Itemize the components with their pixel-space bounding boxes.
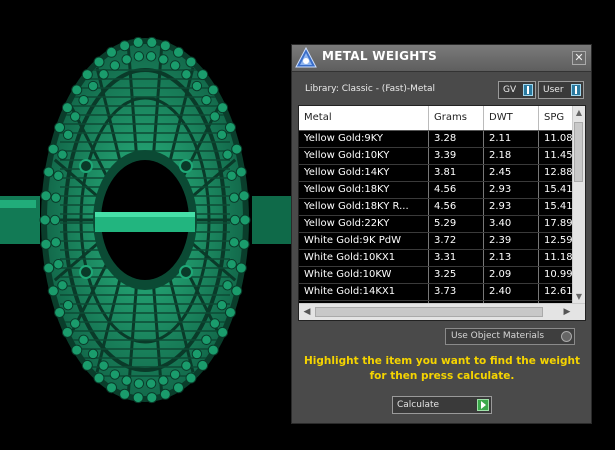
gv-dropdown[interactable]: GV xyxy=(498,81,536,99)
ring-model-render[interactable] xyxy=(0,0,292,450)
use-object-materials-toggle[interactable]: Use Object Materials xyxy=(445,328,575,345)
user-dropdown[interactable]: User xyxy=(538,81,584,99)
table-row[interactable]: Yellow Gold:18KY 4.56 2.93 15.41 xyxy=(299,182,579,199)
close-icon: ✕ xyxy=(574,51,584,64)
cell-grams: 3.81 xyxy=(429,165,484,181)
table-row[interactable]: Yellow Gold:22KY 5.29 3.40 17.89 xyxy=(299,216,579,233)
header-metal[interactable]: Metal xyxy=(299,106,429,130)
cell-metal: White Gold:10KW xyxy=(299,267,429,283)
table-row[interactable]: White Gold:14KX1 3.73 2.40 12.61 xyxy=(299,284,579,301)
cell-grams: 3.28 xyxy=(429,131,484,147)
library-label: Library: Classic - (Fast)-Metal xyxy=(305,84,436,94)
cell-dwt: 2.09 xyxy=(484,267,539,283)
horizontal-scrollbar[interactable]: ◀ ▶ xyxy=(299,303,585,320)
cell-grams: 3.73 xyxy=(429,284,484,300)
cell-dwt: 2.40 xyxy=(484,284,539,300)
cell-metal: Yellow Gold:18KY R... xyxy=(299,199,429,215)
dropdown-toggle-icon[interactable] xyxy=(523,84,533,96)
calculate-label: Calculate xyxy=(397,400,440,410)
cell-metal: White Gold:10KX1 xyxy=(299,250,429,266)
table-row[interactable]: White Gold:9K PdW 3.72 2.39 12.59 xyxy=(299,233,579,250)
header-grams[interactable]: Grams xyxy=(429,106,484,130)
cell-dwt: 2.13 xyxy=(484,250,539,266)
gv-dropdown-value: GV xyxy=(503,85,517,95)
use-object-materials-label: Use Object Materials xyxy=(451,331,545,341)
scroll-down-icon[interactable]: ▼ xyxy=(573,290,585,304)
cell-grams: 3.39 xyxy=(429,148,484,164)
cell-grams: 5.29 xyxy=(429,216,484,232)
cell-dwt: 2.11 xyxy=(484,131,539,147)
cell-grams: 3.25 xyxy=(429,267,484,283)
cell-metal: White Gold:9K PdW xyxy=(299,233,429,249)
cell-dwt: 2.45 xyxy=(484,165,539,181)
instruction-text: Highlight the item you want to find the … xyxy=(304,355,580,382)
vertical-scroll-thumb[interactable] xyxy=(574,122,583,182)
cell-grams: 4.56 xyxy=(429,182,484,198)
user-dropdown-value: User xyxy=(543,85,564,95)
table-row[interactable]: White Gold:10KW 3.25 2.09 10.99 xyxy=(299,267,579,284)
cell-dwt: 2.93 xyxy=(484,182,539,198)
table-row[interactable]: White Gold:10KX1 3.31 2.13 11.18 xyxy=(299,250,579,267)
radio-icon[interactable] xyxy=(561,331,572,342)
close-button[interactable]: ✕ xyxy=(572,51,586,65)
table-row[interactable]: Yellow Gold:10KY 3.39 2.18 11.45 xyxy=(299,148,579,165)
scroll-right-icon[interactable]: ▶ xyxy=(561,305,573,319)
cell-grams: 3.31 xyxy=(429,250,484,266)
table-row[interactable]: Yellow Gold:18KY R... 4.56 2.93 15.41 xyxy=(299,199,579,216)
metal-table-body: Metal Grams DWT SPG Yellow Gold:9KY 3.28 2… xyxy=(299,106,579,318)
dropdown-toggle-icon[interactable] xyxy=(571,84,581,96)
cell-metal: White Gold:14KX1 xyxy=(299,284,429,300)
play-arrow-icon[interactable] xyxy=(477,399,489,411)
3d-viewport[interactable] xyxy=(0,0,292,450)
cell-metal: Yellow Gold:14KY xyxy=(299,165,429,181)
vertical-scrollbar[interactable]: ▲ ▼ xyxy=(572,106,585,304)
table-row[interactable]: Yellow Gold:9KY 3.28 2.11 11.08 xyxy=(299,131,579,148)
scroll-up-icon[interactable]: ▲ xyxy=(573,106,585,120)
cell-grams: 4.56 xyxy=(429,199,484,215)
horizontal-scroll-thumb[interactable] xyxy=(315,307,543,317)
cell-metal: Yellow Gold:18KY xyxy=(299,182,429,198)
metal-table[interactable]: Metal Grams DWT SPG Yellow Gold:9KY 3.28 2… xyxy=(298,105,586,321)
cell-dwt: 2.18 xyxy=(484,148,539,164)
scroll-left-icon[interactable]: ◀ xyxy=(301,305,313,319)
calculate-dropdown[interactable]: Calculate xyxy=(392,396,492,414)
window-title: METAL WEIGHTS xyxy=(322,49,438,63)
app-logo-icon xyxy=(295,47,317,68)
cell-dwt: 3.40 xyxy=(484,216,539,232)
cell-dwt: 2.39 xyxy=(484,233,539,249)
title-bar[interactable]: METAL WEIGHTS ✕ xyxy=(292,45,591,72)
cell-metal: Yellow Gold:9KY xyxy=(299,131,429,147)
cell-grams: 3.72 xyxy=(429,233,484,249)
cell-metal: Yellow Gold:22KY xyxy=(299,216,429,232)
table-header-row: Metal Grams DWT SPG xyxy=(299,106,579,131)
header-dwt[interactable]: DWT xyxy=(484,106,539,130)
cell-dwt: 2.93 xyxy=(484,199,539,215)
table-row[interactable]: Yellow Gold:14KY 3.81 2.45 12.88 xyxy=(299,165,579,182)
metal-weights-panel: METAL WEIGHTS ✕ Library: Classic - (Fast… xyxy=(291,44,592,424)
cell-metal: Yellow Gold:10KY xyxy=(299,148,429,164)
